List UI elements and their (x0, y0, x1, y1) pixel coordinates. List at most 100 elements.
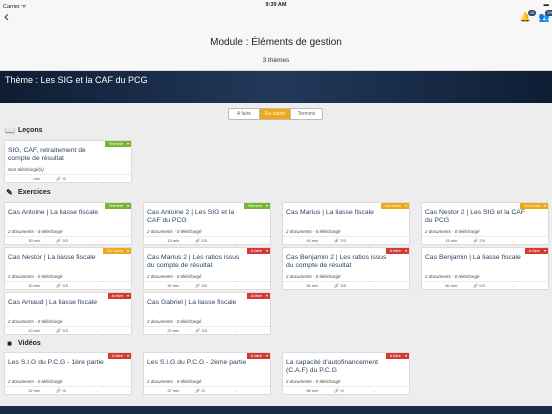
items-count: 🔗 /5 (324, 387, 369, 394)
items-value: 3/3 (62, 283, 68, 288)
card-footer: 15 min 🔗 2/5- (422, 236, 548, 244)
documents-info: 2 documents - 0 téléchargé (286, 274, 341, 279)
card-title: Cas Marius | La liasse fiscale (286, 209, 374, 216)
bottom-bar (0, 406, 552, 414)
content-card[interactable]: A faire Cas Arnaud | La liasse fiscale 2 d… (4, 292, 132, 335)
documents-info: 2 documents - 0 téléchargé (8, 229, 63, 234)
card-title: Cas Benjamin | La liasse fiscale (425, 254, 521, 261)
extra-value: - (95, 388, 97, 393)
documents-info: 2 documents - 0 téléchargé (286, 379, 341, 384)
content-card[interactable]: A faire Cas Marius 2 | Les ratios issus d… (143, 247, 271, 290)
duration: 60 min (445, 283, 458, 288)
content-card[interactable]: A faire Cas Gabriel | La liasse fiscale 2 … (143, 292, 271, 335)
content-card[interactable]: A faire La capacité d'autofinancement (C.… (282, 352, 410, 395)
duration: 20 min (167, 328, 180, 333)
items-count: 🔗 3/5 (324, 282, 369, 289)
tab-termine[interactable]: Terminé (291, 109, 322, 119)
content-card[interactable]: TerminéSIG, CAF, retraitement de compte … (4, 140, 132, 183)
items-count: 🔗 /5 (46, 175, 91, 182)
items-count: 🔗 2/5 (185, 237, 230, 244)
extra-value: - (373, 238, 375, 243)
content-card[interactable]: TerminéCas Antoine | La liasse fiscale2 … (4, 202, 132, 245)
card-title: Cas Nestor | La liasse fiscale (8, 254, 96, 261)
items-value: 2/5 (479, 238, 485, 243)
card-footer: 30 min 🔗 3/3- (5, 281, 131, 289)
card-footer: 20 min 🔗 3/3- (5, 326, 131, 334)
documents-info: 2 documents - 0 téléchargé (147, 379, 202, 384)
card-title: Cas Antoine 2 | Les SIG et la CAF du PCG (147, 209, 235, 224)
section-title: Exercices (18, 189, 51, 196)
documents-info: 2 documents - 0 téléchargé (425, 274, 480, 279)
card-footer: 58 min 🔗 /5- (283, 386, 409, 394)
items-value: /5 (340, 388, 344, 393)
items-count: 🔗 /5 (185, 387, 230, 394)
status-dropdown[interactable]: A faire (246, 353, 270, 359)
card-footer: - min 🔗 /5- (5, 174, 131, 182)
items-value: 3/3 (62, 238, 68, 243)
camera-icon: ■ (7, 339, 12, 348)
card-title: Les S.I.G du P.C.G - 2ème partie (147, 359, 247, 366)
status-dropdown[interactable]: A faire (524, 248, 548, 254)
section-lecons: 📖 Leçons (5, 126, 43, 135)
documents-info: 2 documents - 0 téléchargé (8, 274, 63, 279)
content-card[interactable]: A faireCas Benjamin | La liasse fiscale 2… (421, 247, 549, 290)
items-value: /5 (62, 176, 66, 181)
content-card[interactable]: TerminéCas Antoine 2 | Les SIG et la CAF… (143, 202, 271, 245)
status-dropdown[interactable]: A faire (246, 248, 270, 254)
status-dropdown[interactable]: A faire (107, 293, 131, 299)
status-dropdown[interactable]: A faire (107, 353, 131, 359)
content-card[interactable]: En coursCas Nestor 2 | Les SIG et la CAF… (421, 202, 549, 245)
items-count: 🔗 /5 (46, 387, 91, 394)
items-count: 🔗 3/3 (46, 327, 91, 334)
card-footer: 20 min 🔗 3/3- (144, 326, 270, 334)
extra-value: - (373, 283, 375, 288)
status-dropdown[interactable]: A faire (246, 293, 270, 299)
group-button[interactable]: 👥 100 (539, 9, 552, 23)
items-value: 2/5 (201, 238, 207, 243)
items-count: 🔗 2/3 (324, 237, 369, 244)
items-value: 3/3 (62, 328, 68, 333)
items-count: 🔗 3/3 (46, 237, 91, 244)
status-dropdown[interactable]: A faire (385, 353, 409, 359)
card-title: Cas Marius 2 | Les ratios issus du compt… (147, 254, 240, 269)
tab-en-cours[interactable]: En cours (260, 109, 291, 119)
items-value: /5 (201, 388, 205, 393)
items-value: 3/3 (201, 328, 207, 333)
card-title: Cas Nestor 2 | Les SIG et la CAF du PCG (425, 209, 525, 224)
tab-a-faire[interactable]: A faire (229, 109, 260, 119)
battery-icon: ▬ (543, 2, 550, 8)
duration: 15 min (167, 238, 180, 243)
duration: 45 min (306, 238, 319, 243)
group-badge: 100 (545, 9, 552, 16)
section-exercices: ✎ Exercices (5, 188, 51, 197)
section-title: Vidéos (18, 340, 41, 347)
notification-badge: 10 (528, 9, 536, 16)
status-dropdown[interactable]: A faire (385, 248, 409, 254)
documents-info: 2 documents - 0 téléchargé (147, 319, 202, 324)
documents-info: 2 documents - 0 téléchargé (8, 319, 63, 324)
card-footer: 30 min 🔗 3/3- (5, 236, 131, 244)
duration: 30 min (167, 283, 180, 288)
documents-info: 2 documents - 0 téléchargé (425, 229, 480, 234)
nav-actions: 🔔 10 👥 100 (520, 9, 552, 24)
card-title: SIG, CAF, retraitement de compte de résu… (8, 147, 86, 162)
notifications-button[interactable]: 🔔 10 (520, 9, 536, 23)
content-card[interactable]: A faireLes S.I.G du P.C.G - 1ère partie 2… (4, 352, 132, 395)
extra-value: - (234, 328, 236, 333)
content-card[interactable]: En coursCas Nestor | La liasse fiscale2 … (4, 247, 132, 290)
card-footer: 30 min 🔗 3/5- (283, 281, 409, 289)
theme-banner: Thème : Les SIG et la CAF du PCG (0, 71, 552, 103)
card-title: La capacité d'autofinancement (C.A.F) du… (286, 359, 378, 374)
duration: 37 min (167, 388, 180, 393)
items-value: /5 (62, 388, 66, 393)
card-title: Les S.I.G du P.C.G - 1ère partie (8, 359, 104, 366)
content-card[interactable]: A faireCas Benjamin 2 | Les ratios issus… (282, 247, 410, 290)
content-card[interactable]: A faireLes S.I.G du P.C.G - 2ème partie 2… (143, 352, 271, 395)
clock: 9:39 AM (265, 2, 287, 8)
navigation-bar: ‹ 🔔 10 👥 100 Module : Éléments de gestio… (0, 9, 552, 71)
back-button[interactable]: ‹ (4, 9, 9, 24)
content-card[interactable]: En coursCas Marius | La liasse fiscale2 … (282, 202, 410, 245)
card-footer: 30 min 🔗 3/5- (144, 281, 270, 289)
documents-info: 2 documents - 0 téléchargé (147, 229, 202, 234)
items-count: 🔗 3/5 (185, 282, 230, 289)
